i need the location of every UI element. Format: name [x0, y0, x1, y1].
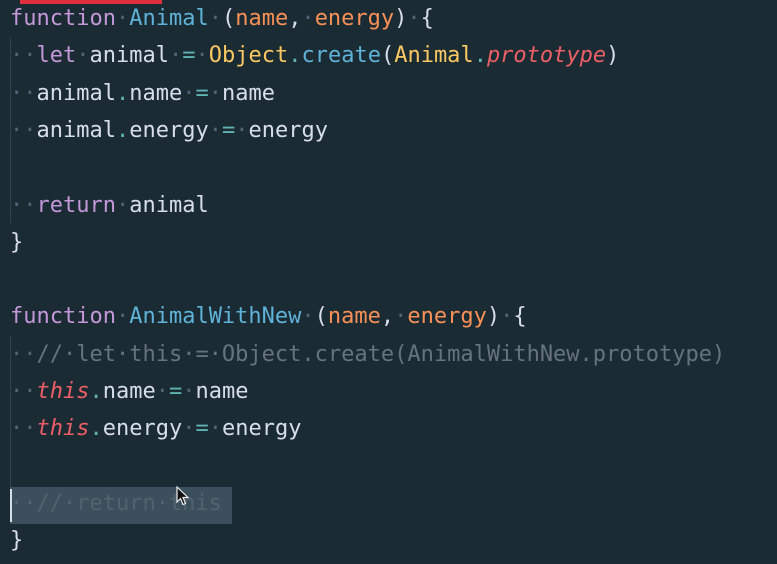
code-token: energy [102, 416, 183, 442]
code-token: ·· [10, 379, 37, 404]
code-token: ) [394, 6, 408, 31]
code-token: · [235, 117, 249, 143]
code-token: . [288, 43, 302, 69]
code-token: name [221, 80, 275, 106]
code-line-2[interactable]: ··let·animal·=·Object.create(Animal.prot… [10, 37, 619, 74]
code-token: . [89, 379, 103, 404]
code-token: · [301, 6, 315, 31]
code-token: · [76, 43, 90, 69]
code-token: ·· [10, 117, 37, 143]
code-token: ( [380, 43, 395, 69]
code-token: Animal [394, 43, 474, 69]
code-token: name [327, 304, 381, 330]
code-token: ·· [10, 416, 37, 442]
code-token: · [168, 43, 183, 69]
code-token: · [394, 304, 408, 330]
code-token: energy [248, 117, 328, 143]
code-line-10[interactable]: ··//·let·this·=·Object.create(AnimalWith… [10, 336, 725, 373]
code-token: . [115, 117, 130, 143]
code-line-14[interactable]: ··//·return·this [10, 485, 222, 522]
code-token: · [407, 6, 421, 31]
code-token: · [208, 416, 222, 442]
code-token: = [195, 416, 209, 442]
code-token: { [513, 304, 527, 330]
code-token: AnimalWithNew [129, 304, 302, 330]
code-token: ) [606, 43, 620, 69]
code-token: create [301, 43, 381, 69]
code-token: energy [314, 6, 395, 31]
code-line-15[interactable]: } [10, 522, 23, 559]
code-token: let [36, 43, 77, 69]
code-token: Animal [129, 6, 209, 31]
code-token: //·let·this·=·Object.create(AnimalWithNe… [36, 341, 726, 367]
code-token: ( [221, 6, 236, 31]
code-line-6[interactable]: ··return·animal [10, 187, 209, 224]
code-token: , [380, 304, 395, 330]
code-token: name [102, 379, 156, 404]
code-token: · [500, 304, 514, 330]
code-token: name [235, 6, 289, 31]
code-token: this [36, 416, 90, 442]
code-line-4[interactable]: ··animal.energy·=·energy [10, 112, 328, 149]
code-token: ) [486, 304, 501, 330]
code-token: = [168, 379, 183, 404]
code-line-9[interactable]: function·AnimalWithNew·(name,·energy)·{ [10, 298, 527, 335]
code-token: · [195, 43, 209, 69]
mouse-pointer-icon [176, 486, 190, 506]
code-token: ·· [10, 192, 37, 218]
code-token: animal [129, 192, 209, 218]
code-line-1[interactable]: function·Animal·(name,·energy)·{ [10, 0, 434, 37]
code-token: = [221, 117, 236, 143]
code-token: function [10, 304, 116, 330]
code-token: · [208, 80, 222, 106]
code-token: ( [314, 304, 328, 330]
code-token: animal [36, 80, 116, 106]
code-token: energy [221, 416, 302, 442]
code-line-3[interactable]: ··animal.name·=·name [10, 75, 275, 112]
code-token: } [10, 528, 24, 554]
code-token: · [208, 117, 222, 143]
code-token: · [115, 192, 130, 218]
code-token: · [182, 80, 196, 106]
code-token: . [115, 80, 130, 106]
code-token: animal [89, 43, 169, 69]
code-token: animal [36, 117, 116, 143]
code-token: prototype [486, 43, 607, 69]
code-token: · [301, 304, 315, 330]
code-token: · [115, 6, 130, 31]
code-token: ··//·return·this [10, 490, 222, 516]
code-token: . [89, 416, 103, 442]
code-token: . [473, 43, 487, 69]
code-token: name [129, 80, 183, 106]
code-token: this [36, 379, 90, 404]
code-token: name [195, 379, 249, 404]
code-token: ·· [10, 43, 37, 69]
code-token: energy [407, 304, 487, 330]
code-editor[interactable]: function·Animal·(name,·energy)·{··let·an… [0, 0, 777, 564]
code-line-12[interactable]: ··this.energy·=·energy [10, 410, 301, 447]
code-token: · [208, 6, 222, 31]
code-token: energy [129, 117, 209, 143]
code-token: return [36, 192, 116, 218]
code-token: = [195, 80, 209, 106]
code-token: · [182, 379, 196, 404]
code-token: } [10, 229, 24, 255]
code-token: · [182, 416, 196, 442]
code-token: · [155, 379, 169, 404]
code-token: · [115, 304, 130, 330]
code-token: = [182, 43, 196, 69]
code-token: function [10, 6, 116, 31]
code-token: ·· [10, 341, 37, 367]
code-token: Object [208, 43, 289, 69]
code-line-11[interactable]: ··this.name·=·name [10, 373, 248, 410]
code-token: ·· [10, 80, 37, 106]
code-token: , [288, 6, 302, 31]
code-line-7[interactable]: } [10, 224, 23, 261]
code-token: { [420, 6, 434, 31]
